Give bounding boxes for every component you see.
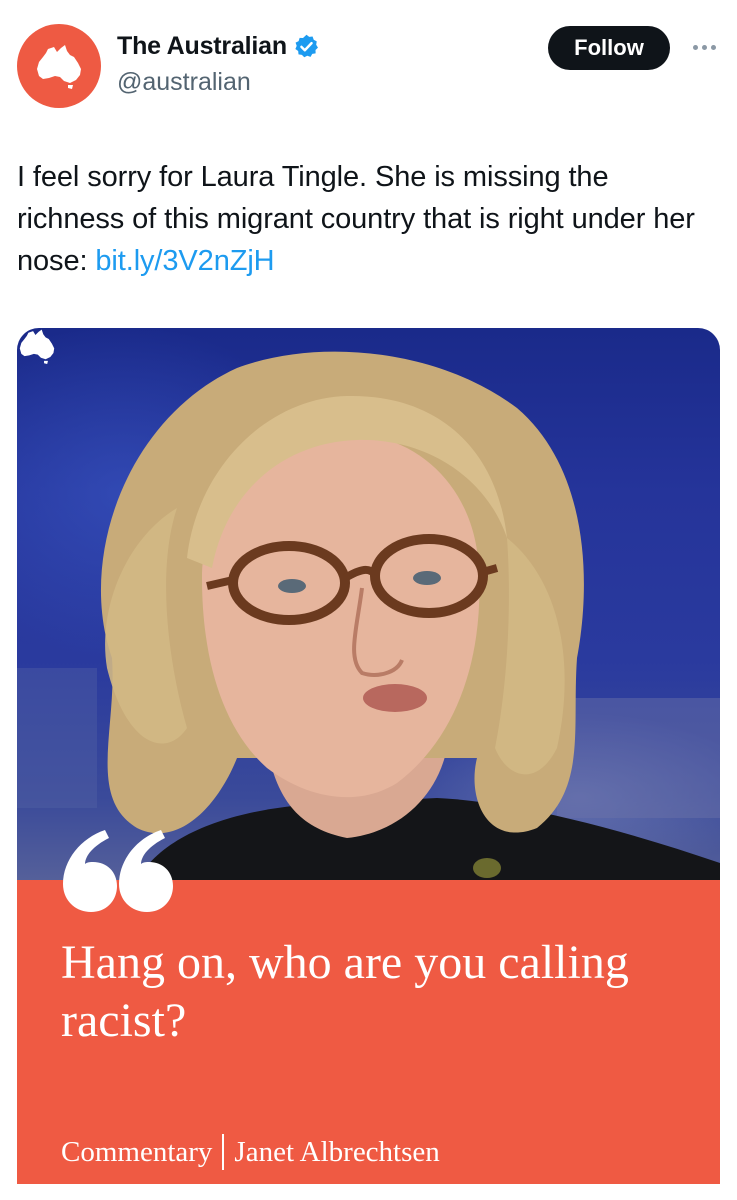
verified-badge-icon [295, 34, 318, 58]
article-byline: Commentary Janet Albrechtsen [61, 1134, 440, 1170]
media-card[interactable]: Hang on, who are you calling racist? Com… [17, 328, 720, 1184]
display-name[interactable]: The Australian [117, 32, 287, 61]
article-photo [17, 328, 720, 880]
more-options-icon[interactable] [686, 34, 722, 60]
tweet-text: I feel sorry for Laura Tingle. She is mi… [17, 156, 707, 282]
account-handle[interactable]: @australian [117, 68, 251, 97]
tweet-link[interactable]: bit.ly/3V2nZjH [95, 245, 274, 277]
dot [701, 44, 707, 50]
article-headline: Hang on, who are you calling racist? [61, 936, 629, 1047]
portrait-illustration [17, 351, 720, 880]
byline-divider [222, 1134, 225, 1170]
article-section: Commentary [61, 1135, 213, 1168]
avatar[interactable] [17, 24, 101, 108]
dot [710, 44, 716, 50]
follow-button[interactable]: Follow [548, 26, 670, 70]
dot [692, 44, 698, 50]
australia-map-icon [19, 329, 55, 364]
name-row: The Australian [117, 32, 320, 61]
article-author: Janet Albrechtsen [234, 1135, 440, 1168]
quote-marks-icon [63, 830, 173, 912]
australia-map-icon [37, 45, 81, 89]
